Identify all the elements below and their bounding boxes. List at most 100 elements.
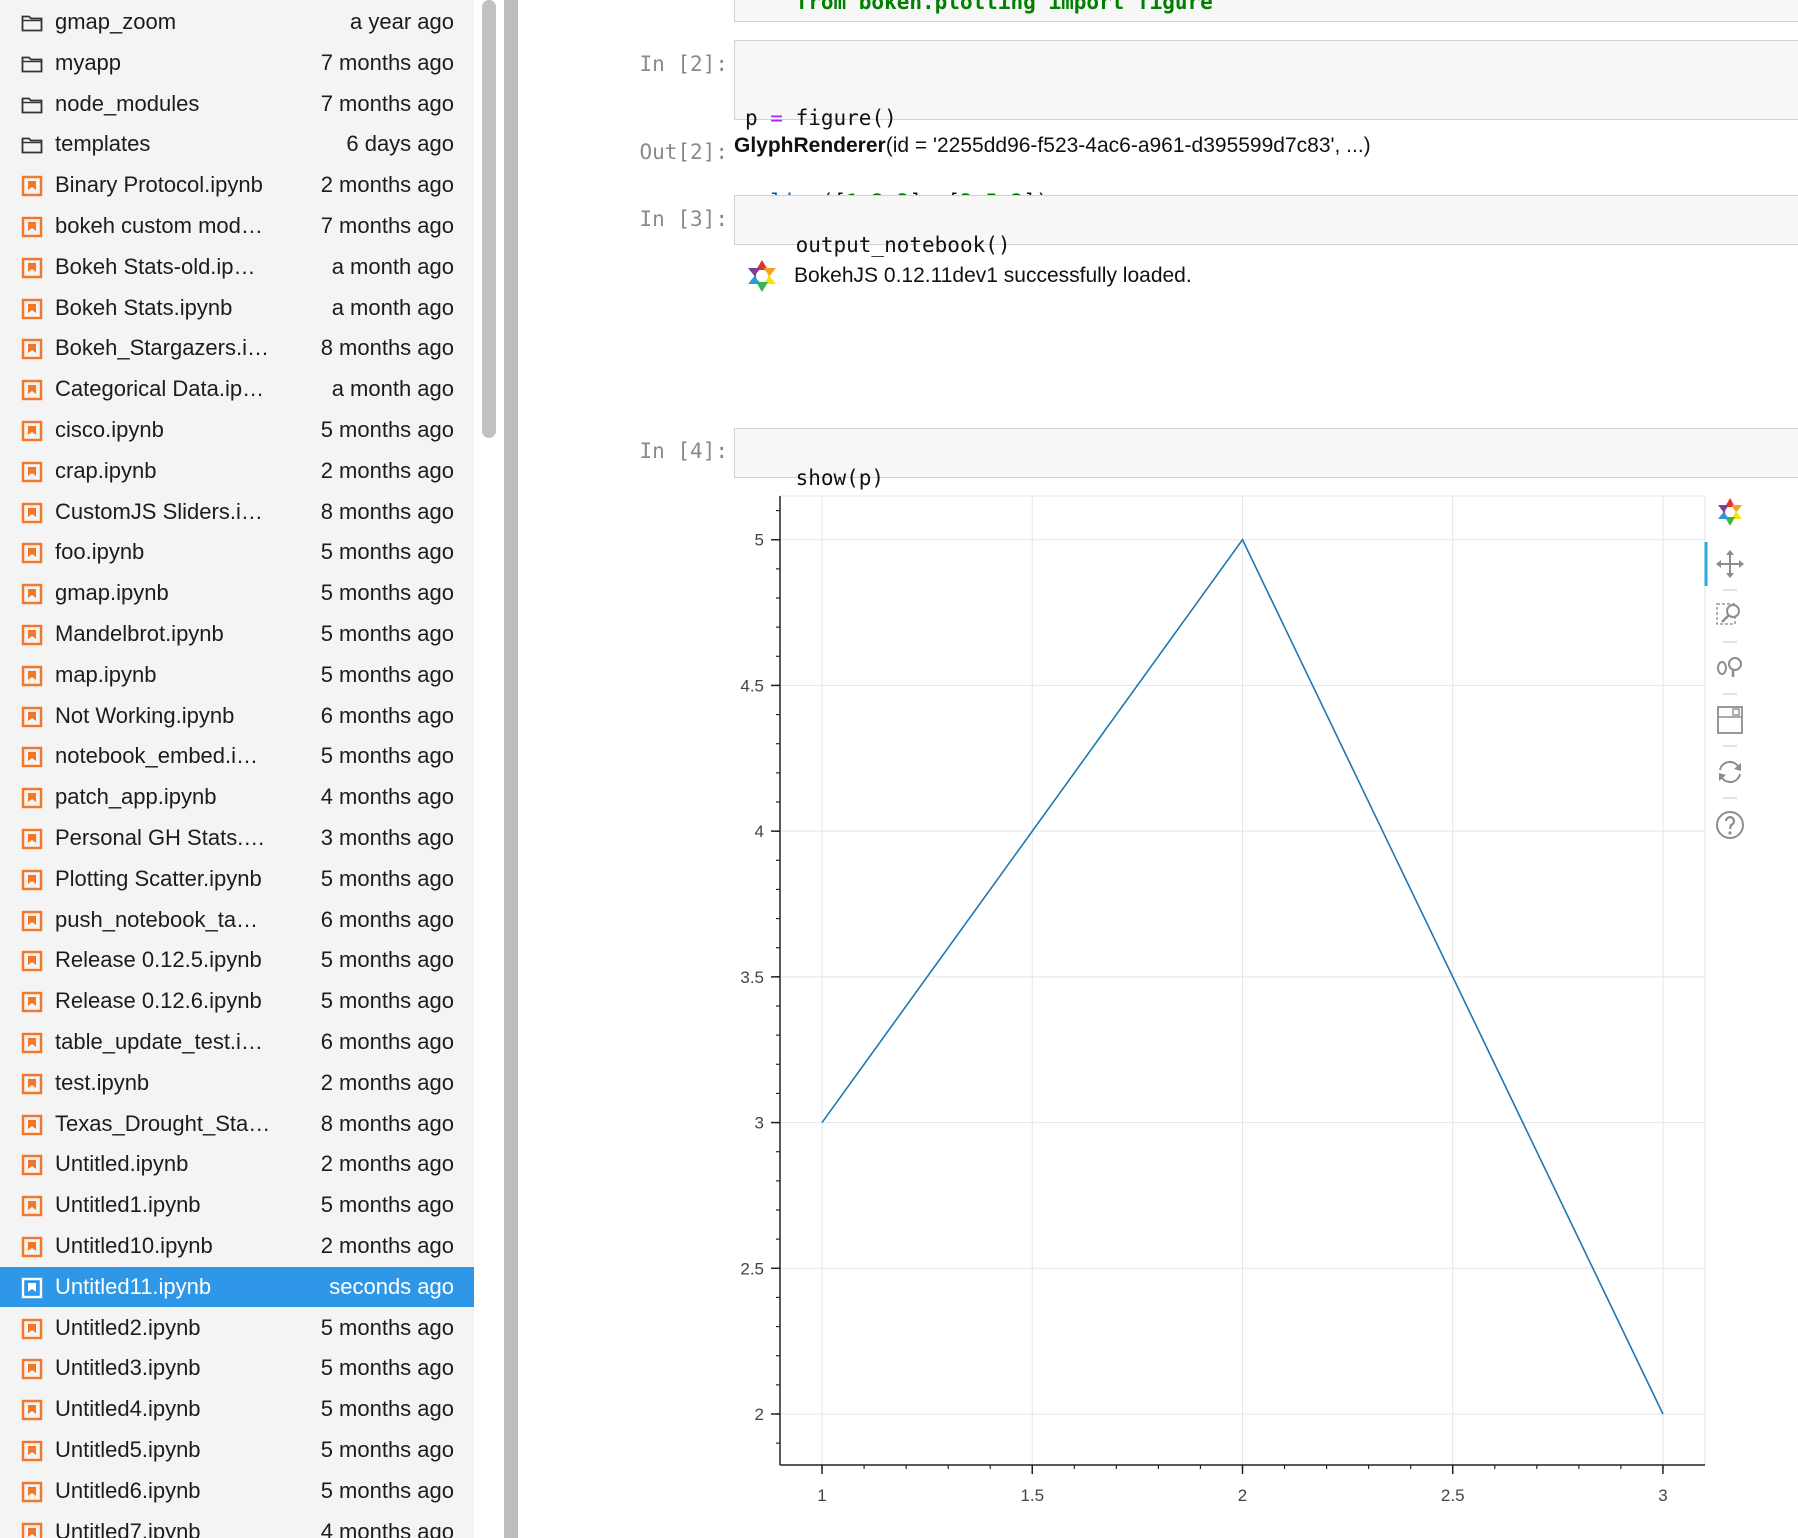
- file-name: bokeh custom mod…: [55, 213, 263, 238]
- notebook-icon: [21, 1440, 43, 1462]
- file-row[interactable]: table_update_test.i… 6 months ago: [0, 1022, 474, 1062]
- file-row[interactable]: myapp 7 months ago: [0, 43, 474, 83]
- file-modified: 5 months ago: [320, 1396, 454, 1422]
- file-name: Categorical Data.ip…: [55, 376, 265, 402]
- file-row[interactable]: foo.ipynb 5 months ago: [0, 532, 474, 572]
- file-row[interactable]: Untitled2.ipynb 5 months ago: [0, 1308, 474, 1348]
- notebook-icon: [21, 747, 43, 768]
- notebook-icon: [21, 665, 43, 686]
- file-modified: 4 months ago: [320, 784, 454, 810]
- file-row[interactable]: push_notebook_ta… 6 months ago: [0, 900, 474, 940]
- panel-divider[interactable]: [504, 0, 518, 1538]
- file-row[interactable]: CustomJS Sliders.i… 8 months ago: [0, 492, 474, 532]
- file-name: gmap_zoom: [55, 9, 177, 34]
- file-row[interactable]: Release 0.12.5.ipynb 5 months ago: [0, 940, 474, 980]
- file-row[interactable]: notebook_embed.i… 5 months ago: [0, 736, 474, 776]
- file-name: Release 0.12.6.ipynb: [55, 988, 262, 1014]
- file-row[interactable]: bokeh custom mod… 7 months ago: [0, 206, 474, 246]
- file-row[interactable]: Texas_Drought_Sta… 8 months ago: [0, 1104, 474, 1144]
- file-row[interactable]: cisco.ipynb 5 months ago: [0, 410, 474, 450]
- notebook-icon: [21, 1399, 43, 1421]
- notebook-icon: [21, 828, 43, 850]
- notebook-icon: [21, 339, 43, 360]
- file-row[interactable]: Bokeh Stats.ipynb a month ago: [0, 288, 474, 328]
- help-icon[interactable]: [1716, 811, 1744, 839]
- file-name: patch_app.ipynb: [55, 784, 217, 810]
- file-row[interactable]: Release 0.12.6.ipynb 5 months ago: [0, 981, 474, 1021]
- bokeh-logo-icon[interactable]: [1718, 498, 1742, 526]
- file-row[interactable]: crap.ipynb 2 months ago: [0, 451, 474, 491]
- file-name: crap.ipynb: [55, 457, 157, 483]
- file-row[interactable]: gmap_zoom a year ago: [0, 2, 474, 42]
- file-row[interactable]: map.ipynb 5 months ago: [0, 655, 474, 695]
- file-row[interactable]: Plotting Scatter.ipynb 5 months ago: [0, 859, 474, 899]
- file-name: Plotting Scatter.ipynb: [55, 865, 262, 891]
- wheel-zoom-icon[interactable]: [1717, 657, 1742, 677]
- file-name: notebook_embed.i…: [55, 743, 259, 769]
- plot-axes: 1 1.5 2 2.5 3 2 2.5 3 3.5 4 4.5 5: [740, 496, 1705, 1505]
- file-modified: 7 months ago: [320, 213, 454, 238]
- notebook-icon: [21, 543, 43, 564]
- file-modified: 2 months ago: [320, 1233, 454, 1258]
- notebook-icon: [21, 502, 43, 523]
- file-browser-sidebar: gmap_zoom a year ago myapp 7 months ago node…: [0, 0, 474, 1538]
- notebook-icon: [21, 910, 43, 931]
- file-row[interactable]: patch_app.ipynb 4 months ago: [0, 777, 474, 817]
- file-row[interactable]: test.ipynb 2 months ago: [0, 1063, 474, 1103]
- file-row[interactable]: Categorical Data.ip… a month ago: [0, 369, 474, 409]
- file-name: test.ipynb: [55, 1069, 150, 1095]
- file-row[interactable]: Untitled11.ipynb seconds ago: [0, 1266, 474, 1307]
- file-row[interactable]: Untitled5.ipynb 5 months ago: [0, 1430, 474, 1470]
- file-row[interactable]: Personal GH Stats.… 3 months ago: [0, 818, 474, 858]
- file-name: Binary Protocol.ipynb: [55, 172, 263, 198]
- file-row[interactable]: Untitled1.ipynb 5 months ago: [0, 1185, 474, 1225]
- bokeh-plot[interactable]: 1 1.5 2 2.5 3 2 2.5 3 3.5 4 4.5 5: [518, 0, 1798, 1538]
- y-tick-label: 5: [755, 531, 764, 550]
- notebook-icon: [21, 420, 43, 442]
- file-row[interactable]: Not Working.ipynb 6 months ago: [0, 696, 474, 736]
- notebook-icon: [21, 1073, 43, 1094]
- notebook-icon: [21, 1236, 43, 1258]
- file-name: Untitled7.ipynb: [55, 1518, 201, 1538]
- file-row[interactable]: Untitled6.ipynb 5 months ago: [0, 1471, 474, 1511]
- x-tick-label: 3: [1658, 1486, 1667, 1505]
- pan-icon[interactable]: [1716, 550, 1744, 578]
- file-name: myapp: [55, 49, 122, 75]
- file-row[interactable]: Bokeh_Stargazers.i… 8 months ago: [0, 328, 474, 368]
- file-row[interactable]: Mandelbrot.ipynb 5 months ago: [0, 614, 474, 654]
- file-name: push_notebook_ta…: [55, 906, 259, 932]
- y-tick-label: 4.5: [740, 676, 764, 695]
- file-modified: 8 months ago: [320, 498, 454, 524]
- file-modified: 4 months ago: [320, 1518, 454, 1538]
- save-icon[interactable]: [1717, 706, 1743, 734]
- file-row[interactable]: templates 6 days ago: [0, 124, 474, 164]
- file-row[interactable]: Untitled4.ipynb 5 months ago: [0, 1389, 474, 1429]
- file-row[interactable]: Untitled.ipynb 2 months ago: [0, 1144, 474, 1184]
- file-row[interactable]: gmap.ipynb 5 months ago: [0, 573, 474, 613]
- notebook-icon: [21, 1032, 43, 1054]
- file-row[interactable]: Binary Protocol.ipynb 2 months ago: [0, 165, 474, 205]
- notebook-icon: [21, 175, 43, 197]
- y-tick-label: 4: [755, 822, 764, 841]
- notebook-icon: [21, 1195, 43, 1217]
- box-zoom-icon[interactable]: [1716, 603, 1740, 625]
- file-modified: 2 months ago: [320, 1151, 454, 1177]
- file-name: Texas_Drought_Sta…: [55, 1110, 271, 1136]
- file-row[interactable]: node_modules 7 months ago: [0, 84, 474, 124]
- file-row[interactable]: Untitled3.ipynb 5 months ago: [0, 1348, 474, 1388]
- file-modified: seconds ago: [329, 1273, 454, 1299]
- sidebar-scrollbar-thumb[interactable]: [482, 0, 496, 438]
- file-row[interactable]: Untitled10.ipynb 2 months ago: [0, 1226, 474, 1266]
- notebook-icon: [21, 1318, 43, 1339]
- file-modified: 5 months ago: [320, 743, 454, 769]
- file-name: Untitled11.ipynb: [55, 1273, 212, 1299]
- file-modified: a year ago: [350, 9, 454, 34]
- file-modified: a month ago: [331, 253, 454, 279]
- file-modified: 5 months ago: [320, 1314, 454, 1340]
- file-row[interactable]: Untitled7.ipynb 4 months ago: [0, 1512, 474, 1538]
- file-name: map.ipynb: [55, 661, 157, 687]
- file-row[interactable]: Bokeh Stats-old.ip… a month ago: [0, 247, 474, 287]
- x-tick-label: 1: [817, 1486, 826, 1505]
- reset-icon[interactable]: [1719, 760, 1741, 784]
- file-name: Untitled5.ipynb: [55, 1437, 201, 1462]
